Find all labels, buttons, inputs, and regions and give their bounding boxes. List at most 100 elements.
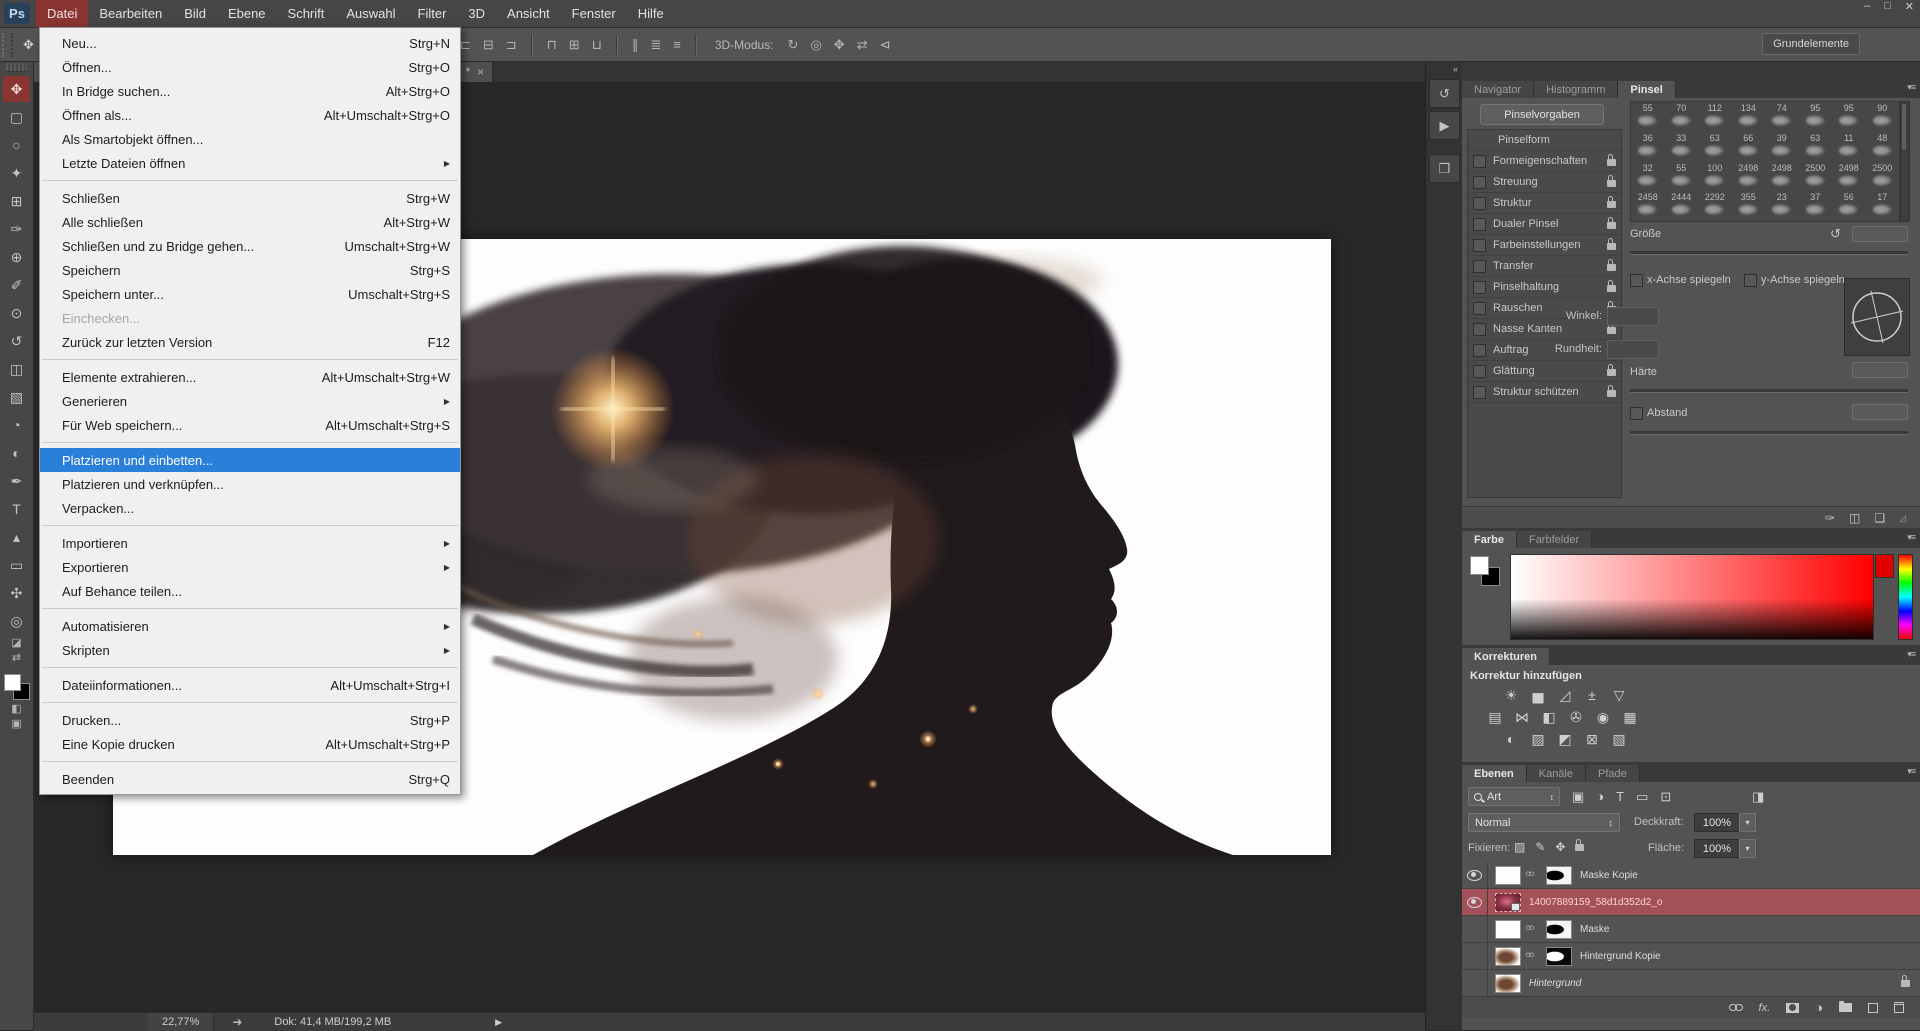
lock-move-icon[interactable]: ✥ <box>1555 840 1565 854</box>
menu-item[interactable]: Letzte Dateien öffnen▶ <box>40 151 460 175</box>
3d-drag-icon[interactable]: ✥ <box>828 35 851 55</box>
brush-preset[interactable]: 95 <box>1799 102 1833 132</box>
posterize-icon[interactable]: ▨ <box>1529 731 1547 748</box>
brush-preset[interactable]: 100 <box>1698 162 1732 192</box>
lock-all-icon[interactable] <box>1575 839 1584 854</box>
magic-wand-tool[interactable]: ✦ <box>3 160 30 186</box>
new-group-icon[interactable] <box>1839 1003 1852 1012</box>
menu-item[interactable]: Drucken...Strg+P <box>40 708 460 732</box>
brush-preset[interactable]: 70 <box>1665 102 1699 132</box>
distribute-horizontal-icon[interactable]: ∥ <box>626 35 645 55</box>
brush-option-row[interactable]: Streuung <box>1468 172 1621 193</box>
3d-panel-icon[interactable]: ❒ <box>1429 154 1460 183</box>
vibrance-icon[interactable]: ▽ <box>1610 687 1628 704</box>
menu-item[interactable]: Automatisieren▶ <box>40 614 460 638</box>
reset-size-icon[interactable]: ↺ <box>1830 226 1841 242</box>
brush-preset[interactable]: 355 <box>1732 191 1766 221</box>
option-checkbox[interactable] <box>1473 344 1486 357</box>
screen-mode-icon[interactable]: ▣ <box>3 717 30 730</box>
healing-brush-tool[interactable]: ⊕ <box>3 244 30 270</box>
brush-preset[interactable]: 2500 <box>1866 162 1900 192</box>
layer-mask-thumbnail[interactable] <box>1546 920 1572 939</box>
foreground-color-swatch[interactable] <box>1470 556 1489 575</box>
panel-menu-icon[interactable]: ▾≡ <box>1907 82 1915 93</box>
move-tool[interactable]: ✥ <box>3 76 30 102</box>
photo-filter-icon[interactable]: ✇ <box>1567 709 1585 726</box>
brush-preset[interactable]: 55 <box>1631 102 1665 132</box>
option-checkbox[interactable] <box>1473 386 1486 399</box>
menu-item[interactable]: SchließenStrg+W <box>40 186 460 210</box>
smart-object-thumbnail[interactable] <box>1495 893 1521 912</box>
gradient-tool[interactable]: ▧ <box>3 384 30 410</box>
size-value-box[interactable] <box>1852 226 1908 242</box>
menubar-item-bild[interactable]: Bild <box>173 0 217 27</box>
align-right-edges-icon[interactable]: ⊐ <box>500 35 523 55</box>
black-white-icon[interactable]: ◧ <box>1540 709 1558 726</box>
tab-pinsel[interactable]: Pinsel <box>1618 81 1675 98</box>
swap-colors-icon[interactable]: ⇄ <box>3 651 30 664</box>
brush-preset[interactable]: 48 <box>1866 132 1900 162</box>
menu-item[interactable]: Dateiinformationen...Alt+Umschalt+Strg+I <box>40 673 460 697</box>
menu-item[interactable]: Neu...Strg+N <box>40 31 460 55</box>
menu-item[interactable]: In Bridge suchen...Alt+Strg+O <box>40 79 460 103</box>
foreground-color-swatch[interactable] <box>4 674 21 691</box>
menubar-item-ansicht[interactable]: Ansicht <box>496 0 561 27</box>
eye-icon[interactable] <box>1467 870 1482 881</box>
tab-pfade[interactable]: Pfade <box>1586 765 1640 782</box>
layer-mask-thumbnail[interactable] <box>1546 866 1572 885</box>
opacity-value[interactable]: 100% <box>1694 813 1740 832</box>
brush-preset[interactable]: 2498 <box>1832 162 1866 192</box>
layer-row[interactable]: Maske Kopie <box>1462 862 1920 889</box>
roundness-field[interactable] <box>1607 340 1659 359</box>
history-brush-tool[interactable]: ↺ <box>3 328 30 354</box>
brush-preset[interactable]: 90 <box>1866 102 1900 132</box>
new-adjustment-layer-icon[interactable]: ◑ <box>1815 1000 1823 1015</box>
layer-visibility-cell[interactable] <box>1462 862 1488 888</box>
layer-visibility-cell[interactable] <box>1462 943 1488 969</box>
status-flyout-icon[interactable]: ▶ <box>495 1017 502 1028</box>
brush-option-row[interactable]: Pinselhaltung <box>1468 277 1621 298</box>
option-checkbox[interactable] <box>1473 260 1486 273</box>
toolbar-grip[interactable] <box>6 63 27 72</box>
menu-item[interactable]: Verpacken... <box>40 496 460 520</box>
option-checkbox[interactable] <box>1473 155 1486 168</box>
menu-item[interactable]: Für Web speichern...Alt+Umschalt+Strg+S <box>40 413 460 437</box>
menu-item[interactable]: Skripten▶ <box>40 638 460 662</box>
lock-icon[interactable] <box>1607 217 1616 232</box>
flip-y-checkbox[interactable] <box>1744 274 1757 287</box>
brush-preset[interactable]: 74 <box>1765 102 1799 132</box>
brush-preset[interactable]: 2292 <box>1698 191 1732 221</box>
color-lookup-icon[interactable]: ▦ <box>1621 709 1639 726</box>
lock-icon[interactable] <box>1607 154 1616 169</box>
brush-tip-grid[interactable]: 5570112134749595903633636639631148325510… <box>1630 101 1900 222</box>
menubar-item-filter[interactable]: Filter <box>407 0 458 27</box>
menubar-item-bearbeiten[interactable]: Bearbeiten <box>88 0 173 27</box>
eye-icon[interactable] <box>1467 897 1482 908</box>
menu-item[interactable]: Öffnen als...Alt+Umschalt+Strg+O <box>40 103 460 127</box>
brush-tool[interactable]: ✐ <box>3 272 30 298</box>
actions-panel-icon[interactable]: ▶ <box>1429 111 1460 140</box>
option-checkbox[interactable] <box>1473 176 1486 189</box>
tab-ebenen[interactable]: Ebenen <box>1462 765 1527 782</box>
tab-navigator[interactable]: Navigator <box>1462 81 1534 98</box>
menubar-item-auswahl[interactable]: Auswahl <box>335 0 406 27</box>
panel-menu-icon[interactable]: ▾≡ <box>1907 649 1915 660</box>
live-tip-preview-icon[interactable]: ✑ <box>1825 511 1835 525</box>
menu-item[interactable]: Elemente extrahieren...Alt+Umschalt+Strg… <box>40 365 460 389</box>
filter-smart-objects-icon[interactable]: ⊡ <box>1660 789 1671 805</box>
lock-transparency-icon[interactable]: ▨ <box>1514 840 1525 854</box>
options-bar-grip[interactable] <box>2 33 13 57</box>
lock-icon[interactable] <box>1607 364 1616 379</box>
brush-preset[interactable]: 32 <box>1631 162 1665 192</box>
menu-item[interactable]: Alle schließenAlt+Strg+W <box>40 210 460 234</box>
filter-type-layers-icon[interactable]: T <box>1616 789 1624 804</box>
brush-preset[interactable]: 11 <box>1832 132 1866 162</box>
distribute-spacing-icon[interactable]: ≡ <box>667 35 687 54</box>
lock-paint-icon[interactable]: ✎ <box>1535 840 1545 854</box>
quick-mask-icon[interactable]: ◧ <box>3 702 30 715</box>
foreground-background-swatches[interactable] <box>4 674 30 700</box>
filter-pixel-layers-icon[interactable]: ▣ <box>1572 789 1584 805</box>
maximize-button[interactable]: □ <box>1884 0 1891 13</box>
lock-icon[interactable] <box>1607 259 1616 274</box>
menu-item[interactable]: Exportieren▶ <box>40 555 460 579</box>
